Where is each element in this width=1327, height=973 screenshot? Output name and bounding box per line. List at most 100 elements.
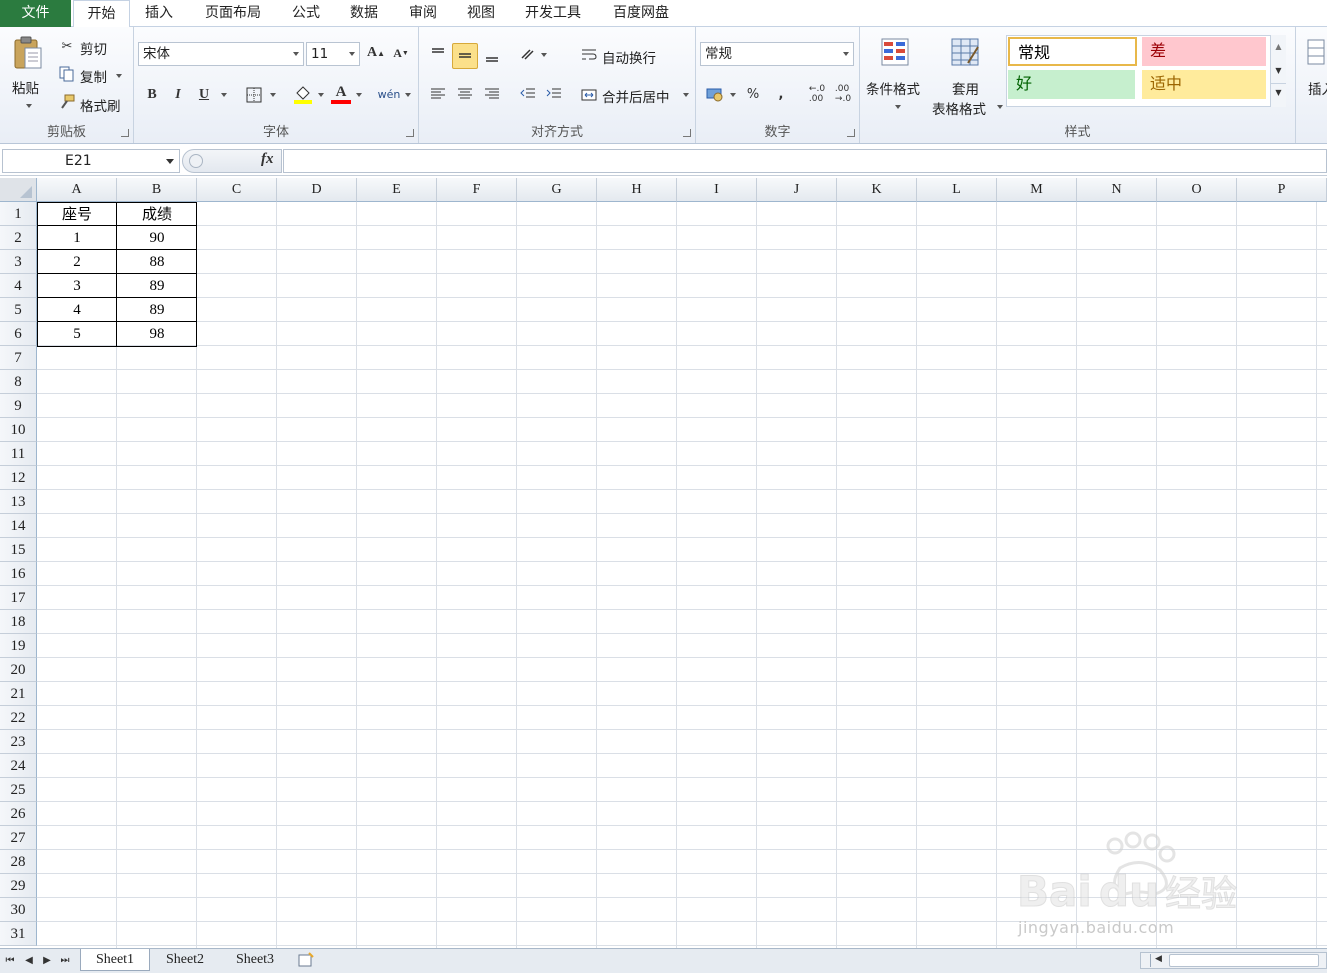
row-header[interactable]: 1 — [0, 202, 37, 226]
align-left-icon[interactable] — [427, 83, 449, 105]
cell-b2[interactable]: 90 — [117, 226, 197, 250]
number-format-select[interactable]: 常规 — [700, 42, 854, 66]
border-icon[interactable] — [244, 85, 264, 105]
row-header[interactable]: 3 — [0, 250, 37, 274]
paste-dropdown-icon[interactable] — [26, 104, 32, 108]
tab-page-layout[interactable]: 页面布局 — [196, 0, 270, 27]
row-header[interactable]: 9 — [0, 394, 37, 418]
fill-color-dropdown-icon[interactable] — [318, 93, 324, 97]
conditional-format-dropdown-icon[interactable] — [895, 105, 901, 109]
col-header-a[interactable]: A — [37, 178, 117, 202]
row-header[interactable]: 19 — [0, 634, 37, 658]
tab-review[interactable]: 审阅 — [400, 0, 446, 27]
increase-indent-icon[interactable] — [543, 83, 565, 105]
align-middle-icon[interactable] — [452, 43, 478, 69]
scroll-split-handle[interactable] — [1141, 954, 1151, 967]
col-header-p[interactable]: P — [1237, 178, 1327, 202]
row-header[interactable]: 7 — [0, 346, 37, 370]
row-header[interactable]: 4 — [0, 274, 37, 298]
gallery-scroll[interactable]: ▲ ▼ ▼ — [1270, 35, 1286, 107]
format-as-table-label-1[interactable]: 套用 — [952, 78, 979, 98]
col-header-g[interactable]: G — [517, 178, 597, 202]
font-name-select[interactable]: 宋体 — [138, 42, 304, 66]
align-top-icon[interactable] — [427, 43, 449, 65]
increase-decimal-icon[interactable]: ←.0.00 — [806, 83, 828, 105]
row-header[interactable]: 15 — [0, 538, 37, 562]
col-header-n[interactable]: N — [1077, 178, 1157, 202]
col-header-b[interactable]: B — [117, 178, 197, 202]
row-header[interactable]: 11 — [0, 442, 37, 466]
next-sheet-icon[interactable]: ▶ — [40, 954, 54, 968]
row-header[interactable]: 26 — [0, 802, 37, 826]
font-color-icon[interactable]: A — [330, 83, 352, 105]
horizontal-scrollbar[interactable]: ◀ — [1140, 952, 1327, 969]
orientation-dropdown-icon[interactable] — [541, 53, 547, 57]
conditional-format-button[interactable]: 条件格式 — [866, 78, 920, 98]
insert-cells-button[interactable]: 插入 — [1308, 78, 1327, 98]
col-header-m[interactable]: M — [997, 178, 1077, 202]
comma-button[interactable]: , — [770, 83, 792, 105]
col-header-h[interactable]: H — [597, 178, 677, 202]
paste-icon[interactable] — [10, 33, 46, 73]
row-header[interactable]: 31 — [0, 922, 37, 946]
merge-center-dropdown-icon[interactable] — [683, 93, 689, 97]
sheet-tab-2[interactable]: Sheet2 — [152, 949, 218, 971]
col-header-c[interactable]: C — [197, 178, 277, 202]
font-launcher-icon[interactable] — [406, 129, 414, 137]
col-header-f[interactable]: F — [437, 178, 517, 202]
alignment-launcher-icon[interactable] — [683, 129, 691, 137]
format-as-table-label-2[interactable]: 表格格式 — [932, 98, 986, 118]
cell-a4[interactable]: 3 — [37, 274, 117, 298]
col-header-e[interactable]: E — [357, 178, 437, 202]
row-header[interactable]: 12 — [0, 466, 37, 490]
merge-center-button[interactable]: 合并后居中 — [602, 86, 670, 106]
gallery-up-icon[interactable]: ▲ — [1271, 35, 1286, 59]
col-header-j[interactable]: J — [757, 178, 837, 202]
gallery-more-icon[interactable]: ▼ — [1271, 83, 1286, 102]
cell-a1[interactable]: 座号 — [37, 202, 117, 226]
cut-button[interactable]: 剪切 — [80, 38, 107, 58]
row-header[interactable]: 14 — [0, 514, 37, 538]
paste-button[interactable]: 粘贴 — [12, 77, 39, 97]
format-as-table-dropdown-icon[interactable] — [997, 105, 1003, 109]
col-header-k[interactable]: K — [837, 178, 917, 202]
row-header[interactable]: 20 — [0, 658, 37, 682]
format-painter-button[interactable]: 格式刷 — [80, 95, 121, 115]
insert-function-icon[interactable]: fx — [261, 151, 274, 168]
wrap-text-button[interactable]: 自动换行 — [602, 47, 656, 67]
row-header[interactable]: 22 — [0, 706, 37, 730]
last-sheet-icon[interactable]: ⏭ — [58, 954, 72, 968]
align-center-icon[interactable] — [454, 83, 476, 105]
tab-baidu-netdisk[interactable]: 百度网盘 — [604, 0, 678, 27]
name-box[interactable]: E21 — [2, 149, 180, 173]
cell-b5[interactable]: 89 — [117, 298, 197, 322]
style-normal[interactable]: 常规 — [1008, 37, 1137, 66]
row-header[interactable]: 21 — [0, 682, 37, 706]
gallery-down-icon[interactable]: ▼ — [1271, 59, 1286, 83]
style-bad[interactable]: 差 — [1142, 37, 1266, 66]
row-header[interactable]: 30 — [0, 898, 37, 922]
col-header-o[interactable]: O — [1157, 178, 1237, 202]
select-all-corner[interactable] — [0, 178, 37, 202]
sheet-tab-3[interactable]: Sheet3 — [222, 949, 288, 971]
bold-button[interactable]: B — [142, 85, 162, 105]
align-bottom-icon[interactable] — [481, 45, 503, 67]
cell-b6[interactable]: 98 — [117, 322, 197, 346]
tab-home[interactable]: 开始 — [73, 0, 130, 28]
cell-area[interactable] — [37, 202, 1327, 948]
row-header[interactable]: 24 — [0, 754, 37, 778]
scroll-left-icon[interactable]: ◀ — [1155, 954, 1162, 964]
border-dropdown-icon[interactable] — [270, 93, 276, 97]
first-sheet-icon[interactable]: ⏮ — [3, 954, 17, 968]
cell-b4[interactable]: 89 — [117, 274, 197, 298]
decrease-indent-icon[interactable] — [517, 83, 539, 105]
copy-dropdown-icon[interactable] — [116, 74, 122, 78]
cell-a6[interactable]: 5 — [37, 322, 117, 346]
style-good[interactable]: 好 — [1008, 70, 1135, 99]
col-header-d[interactable]: D — [277, 178, 357, 202]
italic-button[interactable]: I — [168, 85, 188, 105]
row-header[interactable]: 23 — [0, 730, 37, 754]
formula-input[interactable] — [283, 149, 1327, 173]
prev-sheet-icon[interactable]: ◀ — [22, 954, 36, 968]
col-header-l[interactable]: L — [917, 178, 997, 202]
